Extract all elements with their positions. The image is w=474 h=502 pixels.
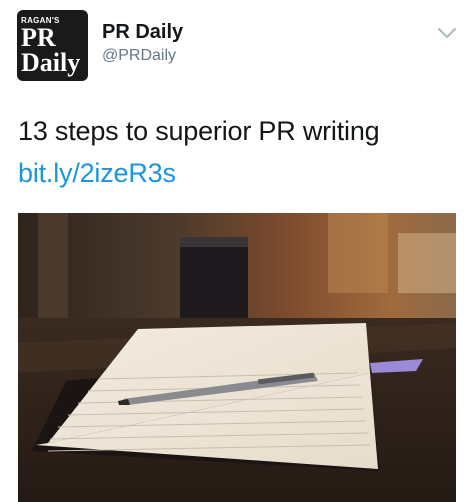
photo-notebook-pen — [18, 213, 456, 502]
avatar-line-2: Daily — [21, 48, 81, 77]
author-handle[interactable]: @PRDaily — [102, 47, 176, 65]
chevron-down-icon[interactable] — [436, 22, 458, 44]
tweet-text: 13 steps to superior PR writing — [18, 116, 380, 146]
author-name[interactable]: PR Daily — [102, 21, 183, 44]
tweet-media[interactable] — [18, 213, 456, 502]
tweet-link[interactable]: bit.ly/2izeR3s — [18, 158, 176, 189]
tweet-card: RAGAN'S PR Daily PR Daily @PRDaily 13 st… — [0, 0, 474, 502]
avatar[interactable]: RAGAN'S PR Daily — [17, 10, 88, 81]
